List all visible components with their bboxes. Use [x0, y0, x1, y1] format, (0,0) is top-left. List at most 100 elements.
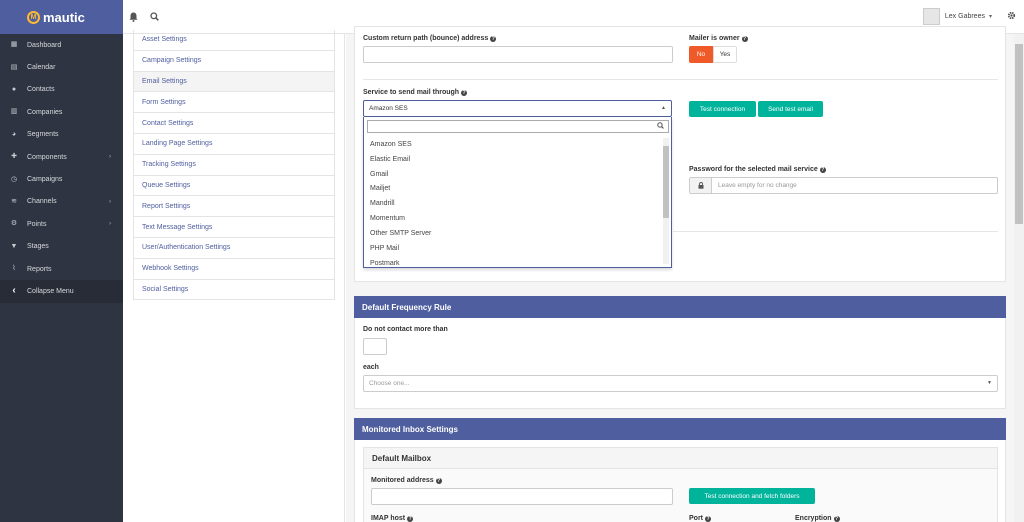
- send-test-email-button[interactable]: Send test email: [758, 101, 823, 117]
- settings-item-campaign[interactable]: Campaign Settings: [134, 51, 334, 72]
- help-icon: ?: [819, 167, 826, 173]
- help-icon: ?: [705, 516, 711, 522]
- sidebar-item-stages[interactable]: ▼ Stages: [0, 236, 123, 258]
- dropdown-option[interactable]: Mailjet: [370, 185, 390, 192]
- monitored-address-input[interactable]: [371, 488, 673, 505]
- sidebar-item-contacts[interactable]: ● Contacts: [0, 79, 123, 101]
- rss-icon: ≋: [11, 197, 17, 205]
- settings-item-email[interactable]: Email Settings: [134, 71, 334, 93]
- dashboard-icon: ▦: [10, 41, 18, 49]
- settings-item-contact[interactable]: Contact Settings: [134, 113, 334, 134]
- imap-host-label: IMAP host?: [371, 515, 414, 522]
- dropdown-option[interactable]: Momentum: [370, 215, 405, 222]
- sidebar-item-label: Companies: [27, 108, 63, 116]
- sidebar-item-label: Collapse Menu: [27, 287, 74, 295]
- user-menu[interactable]: Lex Gabrees ▾: [922, 8, 992, 25]
- sidebar-item-calendar[interactable]: ▤ Calendar: [0, 56, 123, 78]
- clock-icon: ◷: [10, 175, 18, 183]
- settings-item-report[interactable]: Report Settings: [134, 196, 334, 218]
- service-select[interactable]: Amazon SES ▲: [363, 100, 672, 117]
- caret-up-icon: ▲: [661, 105, 666, 111]
- dropdown-option[interactable]: Elastic Email: [370, 156, 410, 163]
- service-label: Service to send mail through?: [363, 89, 468, 96]
- dropdown-scrollbar[interactable]: [663, 138, 669, 264]
- settings-item-asset[interactable]: Asset Settings: [134, 30, 334, 51]
- search-icon[interactable]: [150, 12, 159, 23]
- dropdown-option[interactable]: Postmark: [370, 260, 400, 267]
- dropdown-option[interactable]: Other SMTP Server: [370, 230, 431, 237]
- dropdown-option[interactable]: Gmail: [370, 171, 388, 178]
- sidebar-item-segments[interactable]: ◕ Segments: [0, 124, 123, 146]
- monitored-address-label: Monitored address?: [371, 477, 442, 484]
- sidebar-item-channels[interactable]: ≋ Channels ›: [0, 191, 123, 213]
- chevron-right-icon: ›: [109, 221, 111, 228]
- search-icon: [657, 122, 664, 131]
- dropdown-scroll-thumb[interactable]: [663, 146, 669, 218]
- settings-menu: Asset Settings Campaign Settings Email S…: [133, 30, 335, 301]
- settings-item-landing-page[interactable]: Landing Page Settings: [134, 134, 334, 155]
- page-scrollbar[interactable]: [1014, 34, 1024, 522]
- mailer-owner-label: Mailer is owner?: [689, 35, 748, 42]
- settings-item-user-auth[interactable]: User/Authentication Settings: [134, 238, 334, 259]
- sidebar-item-components[interactable]: ✚ Components ›: [0, 146, 123, 168]
- encryption-label: Encryption?: [795, 515, 840, 522]
- service-selected-value: Amazon SES: [369, 105, 408, 112]
- dropdown-option[interactable]: Mandrill: [370, 200, 395, 207]
- bell-icon[interactable]: [129, 12, 138, 24]
- line-chart-icon: ⌇: [12, 265, 16, 273]
- sidebar-item-label: Channels: [27, 198, 57, 206]
- logo[interactable]: M mautic: [0, 0, 123, 34]
- sidebar-item-label: Campaigns: [27, 176, 63, 184]
- divider: [673, 231, 998, 232]
- sidebar-item-label: Calendar: [27, 64, 56, 72]
- monitored-inbox-title: Monitored Inbox Settings: [354, 418, 1006, 440]
- dropdown-option[interactable]: PHP Mail: [370, 245, 399, 252]
- help-icon: ?: [833, 516, 840, 522]
- return-path-label: Custom return path (bounce) address?: [363, 35, 497, 42]
- return-path-input[interactable]: [363, 46, 673, 63]
- help-icon: ?: [407, 516, 414, 522]
- frequency-panel-title: Default Frequency Rule: [354, 296, 1006, 318]
- sidebar-item-label: Segments: [27, 131, 59, 139]
- sidebar-item-campaigns[interactable]: ◷ Campaigns: [0, 168, 123, 190]
- sidebar-item-label: Dashboard: [27, 41, 62, 49]
- puzzle-icon: ✚: [11, 153, 17, 161]
- dropdown-search-input[interactable]: [367, 120, 669, 133]
- dnc-number-input[interactable]: [363, 338, 387, 355]
- sidebar-item-dashboard[interactable]: ▦ Dashboard: [0, 34, 123, 56]
- sidebar-item-points[interactable]: ⚙ Points ›: [0, 213, 123, 235]
- chevron-left-icon: ‹: [12, 285, 16, 297]
- dnc-label: Do not contact more than: [363, 326, 448, 333]
- chevron-right-icon: ›: [109, 198, 111, 205]
- dropdown-option[interactable]: Amazon SES: [370, 141, 412, 148]
- settings-item-queue[interactable]: Queue Settings: [134, 176, 334, 197]
- each-select[interactable]: Choose one... ▼: [363, 375, 998, 392]
- password-input[interactable]: Leave empty for no change: [689, 177, 998, 194]
- test-connection-button[interactable]: Test connection: [689, 101, 756, 117]
- gear-icon[interactable]: [1007, 11, 1016, 22]
- help-icon: ?: [461, 90, 468, 96]
- settings-item-webhook[interactable]: Webhook Settings: [134, 259, 334, 280]
- sidebar: ▦ Dashboard ▤ Calendar ● Contacts ▥ Companie…: [0, 34, 123, 522]
- help-icon: ?: [435, 478, 442, 484]
- user-icon: ●: [11, 85, 17, 93]
- calendar-icon: ▤: [10, 63, 18, 71]
- settings-item-social[interactable]: Social Settings: [134, 280, 334, 301]
- page-scroll-thumb[interactable]: [1015, 44, 1023, 224]
- sidebar-item-label: Contacts: [27, 86, 55, 94]
- test-fetch-folders-button[interactable]: Test connection and fetch folders: [689, 488, 815, 504]
- chevron-down-icon: ▾: [988, 14, 992, 20]
- settings-item-tracking[interactable]: Tracking Settings: [134, 155, 334, 176]
- mailer-owner-no-button[interactable]: No: [689, 46, 713, 63]
- sidebar-item-companies[interactable]: ▥ Companies: [0, 101, 123, 123]
- mailer-owner-yes-button[interactable]: Yes: [713, 46, 737, 63]
- sidebar-item-reports[interactable]: ⌇ Reports: [0, 258, 123, 280]
- divider: [363, 79, 998, 80]
- settings-item-text-message[interactable]: Text Message Settings: [134, 217, 334, 238]
- settings-item-form[interactable]: Form Settings: [134, 92, 334, 114]
- caret-down-icon: ▼: [987, 380, 992, 386]
- sliders-icon: ⚙: [10, 220, 18, 228]
- sidebar-collapse-menu[interactable]: ‹ Collapse Menu: [0, 280, 123, 303]
- port-label: Port?: [689, 515, 711, 522]
- sidebar-item-label: Reports: [27, 265, 52, 273]
